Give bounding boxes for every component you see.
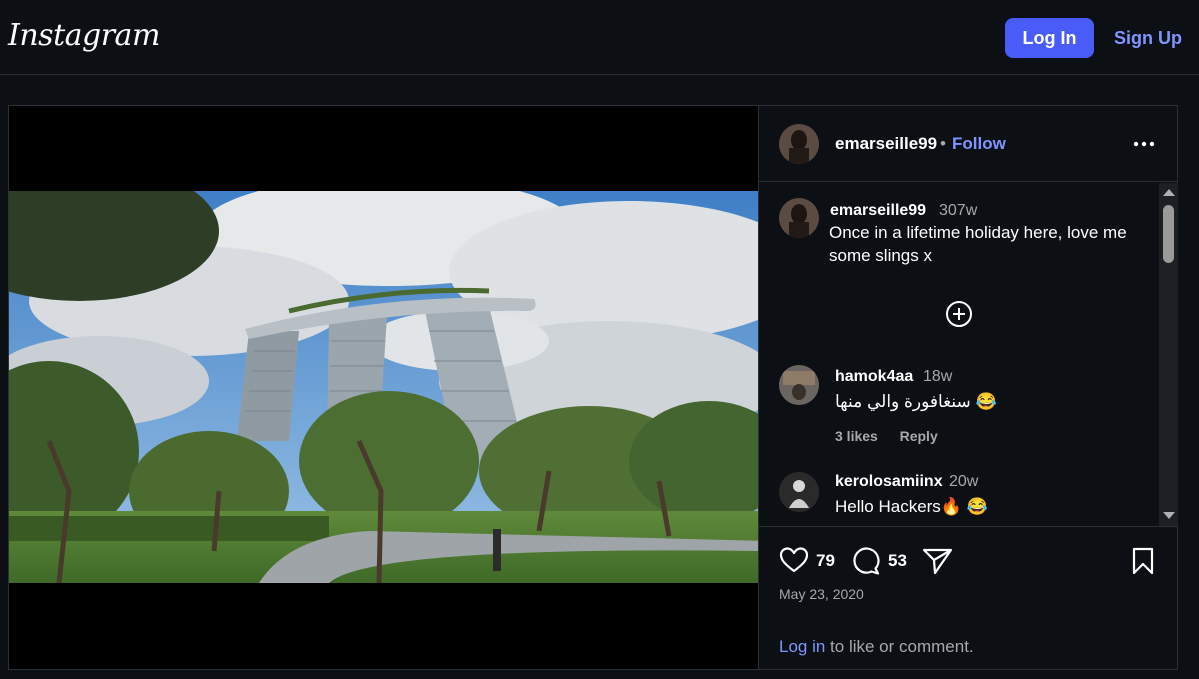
scroll-up-arrow-icon[interactable]: [1163, 189, 1175, 196]
likes-count[interactable]: 79: [816, 551, 835, 571]
caption-text: Once in a lifetime holiday here, love me…: [829, 223, 1127, 265]
post-sidebar: emarseille99 • Follow emarseille99 307w …: [758, 106, 1178, 669]
comment-text: سنغافورة والي منها 😂: [835, 392, 997, 411]
bookmark-icon[interactable]: [1131, 546, 1155, 576]
comments-scrollbar[interactable]: [1159, 183, 1178, 526]
comment-time: 20w: [949, 473, 979, 490]
post-media[interactable]: [9, 106, 758, 669]
login-prompt-text: to like or comment.: [825, 637, 974, 656]
comment-time: 18w: [923, 368, 953, 385]
caption-avatar[interactable]: [779, 198, 819, 238]
follow-button[interactable]: Follow: [952, 134, 1006, 154]
post-card: emarseille99 • Follow emarseille99 307w …: [8, 105, 1178, 670]
log-in-button[interactable]: Log In: [1005, 18, 1094, 58]
more-options-icon[interactable]: [1131, 132, 1157, 156]
author-username[interactable]: emarseille99: [835, 134, 937, 154]
comment-text: Hello Hackers🔥 😂: [835, 497, 988, 516]
author-avatar[interactable]: [779, 124, 819, 164]
commenter-avatar[interactable]: [779, 472, 819, 512]
post-actions: 79 53 May 23, 2020 Log in to like or com…: [759, 527, 1178, 669]
scrollbar-thumb[interactable]: [1163, 205, 1174, 263]
login-prompt: Log in to like or comment.: [779, 637, 974, 657]
caption-time: 307w: [939, 202, 978, 219]
comment-username[interactable]: kerolosamiinx: [835, 473, 943, 491]
top-bar: Instagram Log In Sign Up: [0, 0, 1199, 75]
scroll-down-arrow-icon[interactable]: [1163, 512, 1175, 519]
heart-icon[interactable]: [779, 546, 809, 574]
comments-panel[interactable]: emarseille99 307w Once in a lifetime hol…: [759, 183, 1178, 527]
comment-username[interactable]: hamok4aa: [835, 368, 913, 386]
post-date: May 23, 2020: [779, 586, 864, 602]
instagram-logo[interactable]: Instagram: [8, 18, 160, 53]
comment-meta: 3 likes Reply: [835, 428, 938, 444]
post-header: emarseille99 • Follow: [759, 106, 1178, 182]
send-icon[interactable]: [922, 546, 954, 576]
post-photo: [9, 191, 758, 583]
comment-bubble-icon[interactable]: [851, 546, 881, 576]
sign-up-button[interactable]: Sign Up: [1108, 18, 1188, 58]
plus-circle-icon[interactable]: [945, 300, 973, 328]
caption-username[interactable]: emarseille99: [830, 202, 926, 220]
reply-button[interactable]: Reply: [900, 428, 938, 444]
comments-count[interactable]: 53: [888, 551, 907, 571]
commenter-avatar[interactable]: [779, 365, 819, 405]
login-link[interactable]: Log in: [779, 637, 825, 656]
comment-likes[interactable]: 3 likes: [835, 428, 878, 444]
separator-dot: •: [940, 134, 946, 153]
